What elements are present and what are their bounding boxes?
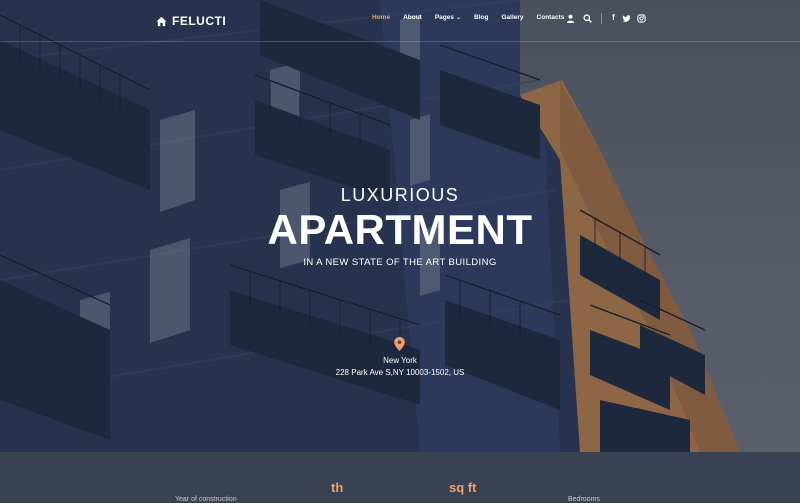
- nav-item-blog[interactable]: Blog: [474, 14, 488, 21]
- facebook-icon[interactable]: f: [609, 13, 618, 23]
- nav-item-contacts[interactable]: Contacts: [537, 14, 565, 21]
- nav-item-pages-label: Pages: [434, 14, 454, 21]
- search-icon[interactable]: [583, 14, 592, 23]
- map-pin-icon: [394, 337, 405, 351]
- stats-strip: th sq ft Year of construction Bedrooms: [0, 452, 800, 503]
- location-city: New York: [383, 356, 417, 365]
- header-divider: [601, 13, 602, 24]
- nav-item-pages[interactable]: Pages ⌄: [435, 14, 461, 21]
- hero-subtitle: IN A NEW STATE OF THE ART BUILDING: [303, 257, 497, 268]
- nav-item-home[interactable]: Home: [372, 14, 390, 21]
- logo[interactable]: FELUCTI: [156, 12, 226, 30]
- hero-title: APARTMENT: [267, 206, 533, 253]
- user-icon[interactable]: [566, 14, 575, 23]
- hero-pretitle: LUXURIOUS: [340, 185, 460, 205]
- stat-value-area: sq ft: [449, 480, 477, 495]
- chevron-down-icon: ⌄: [456, 15, 462, 21]
- stat-value-year: th: [331, 480, 344, 495]
- location-address: 228 Park Ave S,NY 10003-1502, US: [335, 368, 465, 377]
- main-nav: Home About Pages ⌄ Blog Gallery Contacts: [372, 14, 577, 21]
- site-header: FELUCTI Home About Pages ⌄ Blog Gallery C…: [0, 0, 800, 42]
- home-icon: [156, 16, 167, 26]
- nav-item-about[interactable]: About: [403, 14, 422, 21]
- instagram-icon[interactable]: [637, 14, 646, 23]
- twitter-icon[interactable]: [622, 14, 631, 23]
- nav-item-gallery[interactable]: Gallery: [501, 14, 523, 21]
- logo-text: FELUCTI: [172, 14, 227, 28]
